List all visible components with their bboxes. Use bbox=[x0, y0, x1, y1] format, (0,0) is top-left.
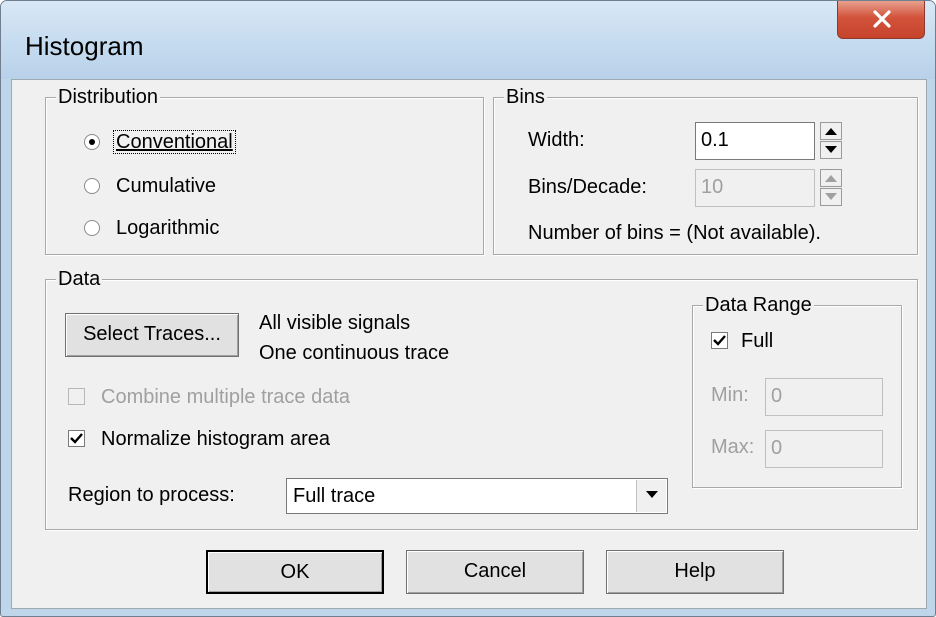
ok-button[interactable]: OK bbox=[206, 550, 384, 594]
histogram-dialog: Histogram Distribution Conventional Cumu… bbox=[0, 0, 936, 617]
bins-spin-down[interactable] bbox=[820, 188, 842, 206]
region-label: Region to process: bbox=[68, 484, 235, 506]
arrow-up-icon bbox=[825, 128, 837, 135]
region-select[interactable]: Full trace bbox=[286, 478, 668, 514]
combine-traces-checkbox[interactable] bbox=[68, 388, 85, 405]
data-group: Data Select Traces... All visible signal… bbox=[45, 268, 918, 530]
label-logarithmic[interactable]: Logarithmic bbox=[116, 217, 219, 239]
title-bar: Histogram bbox=[1, 1, 935, 79]
full-range-label: Full bbox=[741, 330, 774, 352]
close-icon bbox=[873, 10, 891, 28]
region-select-value: Full trace bbox=[293, 485, 376, 507]
bins-per-decade-label: Bins/Decade: bbox=[528, 176, 647, 198]
arrow-down-icon bbox=[825, 146, 837, 153]
radio-conventional[interactable] bbox=[84, 134, 100, 150]
cancel-button[interactable]: Cancel bbox=[406, 550, 584, 594]
number-of-bins-text: Number of bins = (Not available). bbox=[528, 222, 821, 244]
close-button[interactable] bbox=[837, 1, 925, 39]
chevron-down-icon bbox=[646, 491, 658, 498]
radio-cumulative[interactable] bbox=[84, 178, 100, 194]
bins-per-decade-spinner[interactable] bbox=[820, 169, 842, 207]
max-input[interactable]: 0 bbox=[765, 430, 883, 468]
width-spinner[interactable] bbox=[820, 122, 842, 160]
bins-group: Bins Width: 0.1 Bins/Decade: 10 Number o… bbox=[493, 86, 918, 255]
distribution-group: Distribution Conventional Cumulative Log… bbox=[45, 86, 484, 255]
normalize-area-checkbox[interactable] bbox=[68, 430, 85, 447]
data-range-group: Data Range Full Min: 0 Max: 0 bbox=[692, 294, 902, 488]
selection-summary-line1: All visible signals bbox=[259, 312, 411, 334]
bins-per-decade-input[interactable]: 10 bbox=[695, 169, 815, 207]
data-range-legend: Data Range bbox=[703, 294, 814, 316]
min-input[interactable]: 0 bbox=[765, 378, 883, 416]
width-label: Width: bbox=[528, 129, 585, 151]
bins-legend: Bins bbox=[504, 86, 547, 108]
selection-summary-line2: One continuous trace bbox=[259, 342, 450, 364]
distribution-legend: Distribution bbox=[56, 86, 161, 108]
label-conventional[interactable]: Conventional bbox=[113, 130, 236, 154]
width-spin-down[interactable] bbox=[820, 141, 842, 159]
radio-selected-dot bbox=[89, 139, 95, 145]
region-dropdown-button[interactable] bbox=[636, 480, 666, 512]
min-label: Min: bbox=[711, 384, 749, 406]
checkmark-icon bbox=[713, 335, 726, 346]
window-title: Histogram bbox=[25, 31, 144, 61]
dialog-body: Distribution Conventional Cumulative Log… bbox=[11, 79, 927, 609]
width-spin-up[interactable] bbox=[820, 122, 842, 140]
label-cumulative[interactable]: Cumulative bbox=[116, 175, 216, 197]
data-legend: Data bbox=[56, 268, 103, 290]
combine-traces-label: Combine multiple trace data bbox=[101, 386, 351, 408]
width-input[interactable]: 0.1 bbox=[695, 122, 815, 160]
normalize-area-label: Normalize histogram area bbox=[101, 428, 330, 450]
select-traces-button[interactable]: Select Traces... bbox=[65, 313, 239, 357]
radio-logarithmic[interactable] bbox=[84, 220, 100, 236]
help-button[interactable]: Help bbox=[606, 550, 784, 594]
max-label: Max: bbox=[711, 436, 755, 458]
checkmark-icon bbox=[70, 433, 83, 444]
bins-spin-up[interactable] bbox=[820, 169, 842, 187]
arrow-up-icon bbox=[825, 175, 837, 182]
full-range-checkbox[interactable] bbox=[711, 332, 728, 349]
arrow-down-icon bbox=[825, 193, 837, 200]
